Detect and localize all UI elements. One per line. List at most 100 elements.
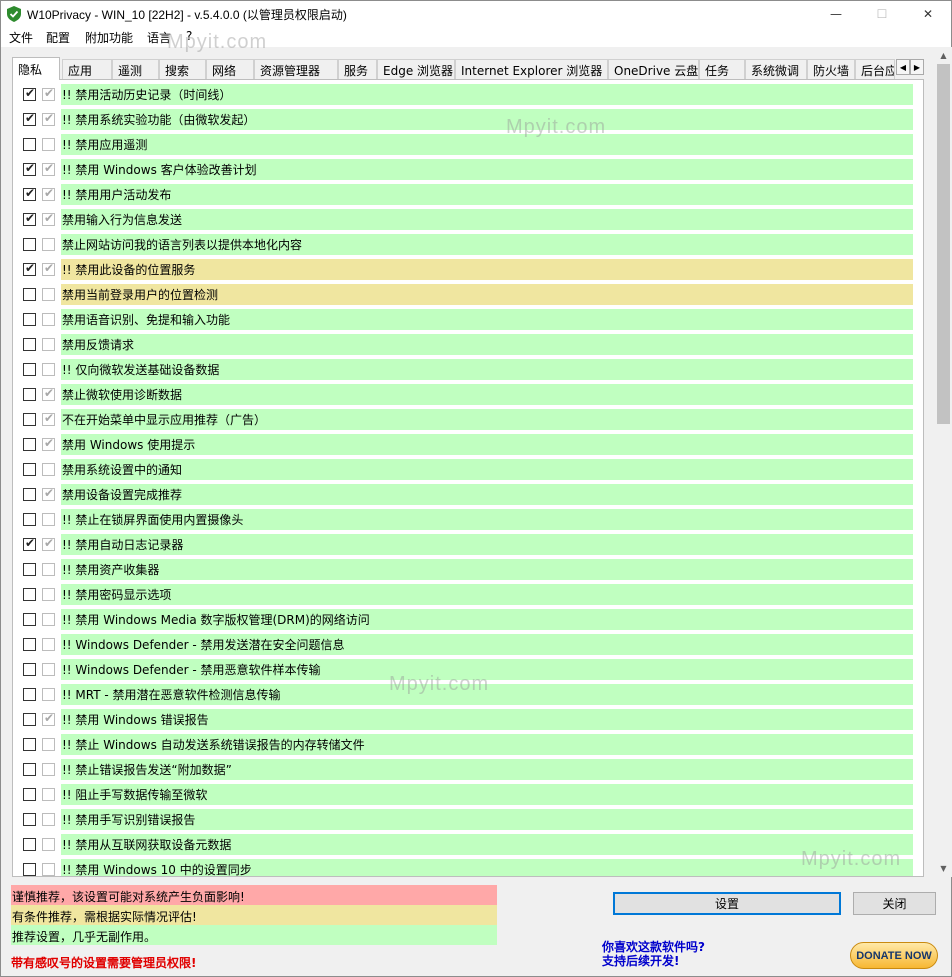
setting-checkbox[interactable] (23, 638, 36, 651)
tab-tweaks[interactable]: 系统微调 (745, 59, 807, 79)
tab-firewall[interactable]: 防火墙 (807, 59, 855, 79)
tab-background-apps[interactable]: 后台应 (855, 59, 895, 79)
tab-privacy[interactable]: 隐私 (12, 57, 60, 80)
setting-checkbox[interactable] (23, 238, 36, 251)
tab-scroll-left-icon[interactable]: ◀ (896, 59, 910, 75)
setting-label[interactable]: !! 禁用 Windows 10 中的设置同步 (61, 859, 913, 876)
tab-scroll-right-icon[interactable]: ▶ (910, 59, 924, 75)
scroll-down-icon[interactable]: ▼ (935, 860, 952, 877)
maximize-button[interactable]: ☐ (859, 1, 905, 27)
setting-label[interactable]: !! 禁用活动历史记录（时间线） (61, 84, 913, 105)
tab-onedrive[interactable]: OneDrive 云盘 (608, 59, 699, 79)
tab-search[interactable]: 搜索 (159, 59, 206, 79)
setting-checkbox[interactable] (23, 713, 36, 726)
setting-label[interactable]: 禁用反馈请求 (61, 334, 913, 355)
setting-label[interactable]: 禁用系统设置中的通知 (61, 459, 913, 480)
tab-explorer[interactable]: 资源管理器 (254, 59, 338, 79)
setting-checkbox[interactable] (23, 663, 36, 676)
menu-help[interactable]: ? (186, 29, 192, 43)
setting-checkbox[interactable] (23, 738, 36, 751)
setting-label[interactable]: !! 禁用应用遥测 (61, 134, 913, 155)
setting-checkbox[interactable] (23, 588, 36, 601)
setting-checkbox[interactable]: ✔ (23, 161, 36, 176)
setting-checkbox[interactable]: ✔ (23, 536, 36, 551)
tab-tasks[interactable]: 任务 (699, 59, 745, 79)
menu-config[interactable]: 配置 (46, 29, 70, 46)
setting-label[interactable]: !! 禁止错误报告发送“附加数据” (61, 759, 913, 780)
setting-checkbox[interactable] (23, 863, 36, 876)
apply-settings-button[interactable]: 设置 (613, 892, 841, 915)
setting-label[interactable]: 禁止微软使用诊断数据 (61, 384, 913, 405)
setting-checkbox[interactable]: ✔ (23, 186, 36, 201)
setting-label[interactable]: !! 阻止手写数据传输至微软 (61, 784, 913, 805)
setting-label[interactable]: !! 禁止 Windows 自动发送系统错误报告的内存转储文件 (61, 734, 913, 755)
setting-checkbox[interactable]: ✔ (23, 211, 36, 226)
setting-checkbox[interactable]: ✔ (23, 111, 36, 126)
setting-checkbox[interactable] (23, 788, 36, 801)
setting-label[interactable]: !! 禁用密码显示选项 (61, 584, 913, 605)
scroll-thumb[interactable] (937, 64, 950, 424)
setting-checkbox[interactable] (23, 563, 36, 576)
menu-language[interactable]: 语言 (147, 29, 171, 46)
close-window-button[interactable]: ✕ (905, 1, 951, 27)
legend-recommended: 推荐设置，几乎无副作用。 (11, 925, 497, 945)
close-button[interactable]: 关闭 (853, 892, 936, 915)
setting-checkbox[interactable] (23, 288, 36, 301)
setting-label[interactable]: !! 禁用用户活动发布 (61, 184, 913, 205)
applied-state-checkbox: ✔ (42, 161, 55, 176)
setting-label[interactable]: !! Windows Defender - 禁用发送潜在安全问题信息 (61, 634, 913, 655)
setting-label[interactable]: 禁用 Windows 使用提示 (61, 434, 913, 455)
setting-checkbox[interactable] (23, 463, 36, 476)
vertical-scrollbar[interactable]: ▲ ▼ (935, 47, 952, 877)
donate-button[interactable]: DONATE NOW (850, 942, 938, 969)
setting-label[interactable]: !! 禁用 Windows 客户体验改善计划 (61, 159, 913, 180)
tab-network[interactable]: 网络 (206, 59, 254, 79)
tab-edge[interactable]: Edge 浏览器 (377, 59, 455, 79)
tab-apps[interactable]: 应用 (62, 59, 112, 79)
setting-label[interactable]: !! 仅向微软发送基础设备数据 (61, 359, 913, 380)
setting-checkbox[interactable] (23, 138, 36, 151)
applied-state-checkbox: ✔ (42, 211, 55, 226)
setting-label[interactable]: !! 禁用 Windows 错误报告 (61, 709, 913, 730)
title-bar[interactable]: W10Privacy - WIN_10 [22H2] - v.5.4.0.0 (… (1, 1, 951, 27)
scroll-up-icon[interactable]: ▲ (935, 47, 952, 64)
setting-checkbox[interactable] (23, 488, 36, 501)
setting-label[interactable]: !! 禁用 Windows Media 数字版权管理(DRM)的网络访问 (61, 609, 913, 630)
setting-checkbox[interactable] (23, 613, 36, 626)
check-mark-icon: ✔ (25, 186, 36, 200)
setting-label[interactable]: !! 禁用此设备的位置服务 (61, 259, 913, 280)
setting-label[interactable]: !! 禁用资产收集器 (61, 559, 913, 580)
setting-checkbox[interactable] (23, 813, 36, 826)
setting-checkbox[interactable] (23, 338, 36, 351)
tab-services[interactable]: 服务 (338, 59, 377, 79)
setting-checkbox[interactable] (23, 688, 36, 701)
menu-file[interactable]: 文件 (9, 29, 33, 46)
setting-label[interactable]: !! Windows Defender - 禁用恶意软件样本传输 (61, 659, 913, 680)
setting-checkbox[interactable] (23, 838, 36, 851)
setting-label[interactable]: !! 禁止在锁屏界面使用内置摄像头 (61, 509, 913, 530)
setting-checkbox[interactable] (23, 438, 36, 451)
tab-ie[interactable]: Internet Explorer 浏览器 (455, 59, 608, 79)
setting-label[interactable]: 不在开始菜单中显示应用推荐（广告） (61, 409, 913, 430)
setting-label[interactable]: 禁止网站访问我的语言列表以提供本地化内容 (61, 234, 913, 255)
setting-checkbox[interactable] (23, 363, 36, 376)
setting-checkbox[interactable] (23, 413, 36, 426)
tab-telemetry[interactable]: 遥测 (112, 59, 159, 79)
menu-addons[interactable]: 附加功能 (85, 29, 133, 46)
setting-checkbox[interactable]: ✔ (23, 261, 36, 276)
setting-label[interactable]: !! 禁用从互联网获取设备元数据 (61, 834, 913, 855)
setting-label[interactable]: 禁用当前登录用户的位置检测 (61, 284, 913, 305)
setting-label[interactable]: !! 禁用自动日志记录器 (61, 534, 913, 555)
setting-label[interactable]: 禁用输入行为信息发送 (61, 209, 913, 230)
setting-label[interactable]: !! 禁用系统实验功能（由微软发起） (61, 109, 913, 130)
setting-label[interactable]: 禁用语音识别、免提和输入功能 (61, 309, 913, 330)
setting-label[interactable]: !! 禁用手写识别错误报告 (61, 809, 913, 830)
minimize-button[interactable]: — (813, 1, 859, 27)
setting-label[interactable]: 禁用设备设置完成推荐 (61, 484, 913, 505)
setting-checkbox[interactable]: ✔ (23, 86, 36, 101)
setting-checkbox[interactable] (23, 763, 36, 776)
setting-checkbox[interactable] (23, 388, 36, 401)
setting-label[interactable]: !! MRT - 禁用潜在恶意软件检测信息传输 (61, 684, 913, 705)
setting-checkbox[interactable] (23, 313, 36, 326)
setting-checkbox[interactable] (23, 513, 36, 526)
